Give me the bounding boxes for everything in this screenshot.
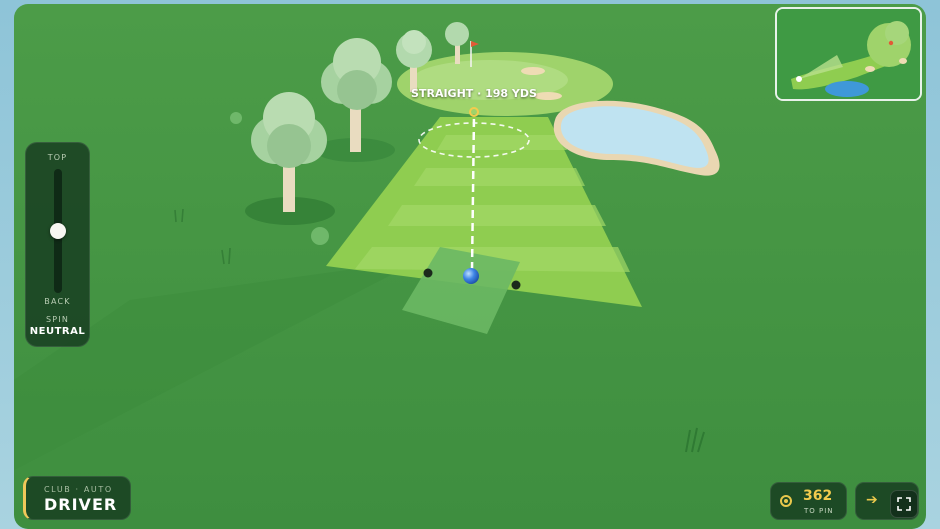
minimap[interactable] bbox=[775, 7, 922, 101]
distance-to-pin: 362 TO PIN bbox=[770, 482, 847, 520]
fairway-stripe bbox=[414, 168, 585, 186]
minimap-bunker bbox=[865, 66, 875, 72]
minimap-course bbox=[777, 9, 920, 99]
spin-value: NEUTRAL bbox=[29, 326, 86, 337]
spin-control[interactable]: TOP BACK SPIN NEUTRAL bbox=[25, 142, 90, 347]
distance-value: 362 bbox=[803, 488, 833, 504]
golf-ball[interactable] bbox=[463, 268, 479, 284]
spin-label: SPIN bbox=[45, 315, 70, 324]
minimap-bunker bbox=[899, 58, 907, 64]
fullscreen-icon bbox=[897, 497, 911, 511]
fullscreen-button[interactable] bbox=[890, 490, 918, 518]
bunker bbox=[521, 67, 545, 75]
distance-label: TO PIN bbox=[804, 507, 834, 515]
fairway-stripe bbox=[437, 135, 567, 150]
minimap-water bbox=[825, 81, 869, 97]
club-selector[interactable]: CLUB · AUTO DRIVER bbox=[23, 476, 131, 520]
game-viewport[interactable]: STRAIGHT · 198 YDS TOP BACK SPIN NEUTRAL… bbox=[0, 0, 940, 529]
club-name: DRIVER bbox=[44, 495, 118, 514]
bush bbox=[230, 112, 242, 124]
arrow-right-icon: ➔ bbox=[866, 492, 878, 508]
tee-marker-right bbox=[511, 280, 521, 290]
minimap-green bbox=[885, 21, 909, 45]
tee-marker-left bbox=[423, 268, 433, 278]
spin-back-label: BACK bbox=[44, 297, 71, 306]
bush bbox=[311, 227, 329, 245]
minimap-ball bbox=[796, 76, 802, 82]
minimap-pin bbox=[888, 40, 894, 46]
target-icon bbox=[780, 495, 792, 507]
shot-preview-label: STRAIGHT · 198 YDS bbox=[411, 87, 537, 100]
spin-top-label: TOP bbox=[47, 153, 68, 162]
club-mode-label: CLUB · AUTO bbox=[44, 485, 113, 494]
fairway-stripe bbox=[388, 205, 606, 226]
spin-slider-thumb[interactable] bbox=[50, 223, 66, 239]
